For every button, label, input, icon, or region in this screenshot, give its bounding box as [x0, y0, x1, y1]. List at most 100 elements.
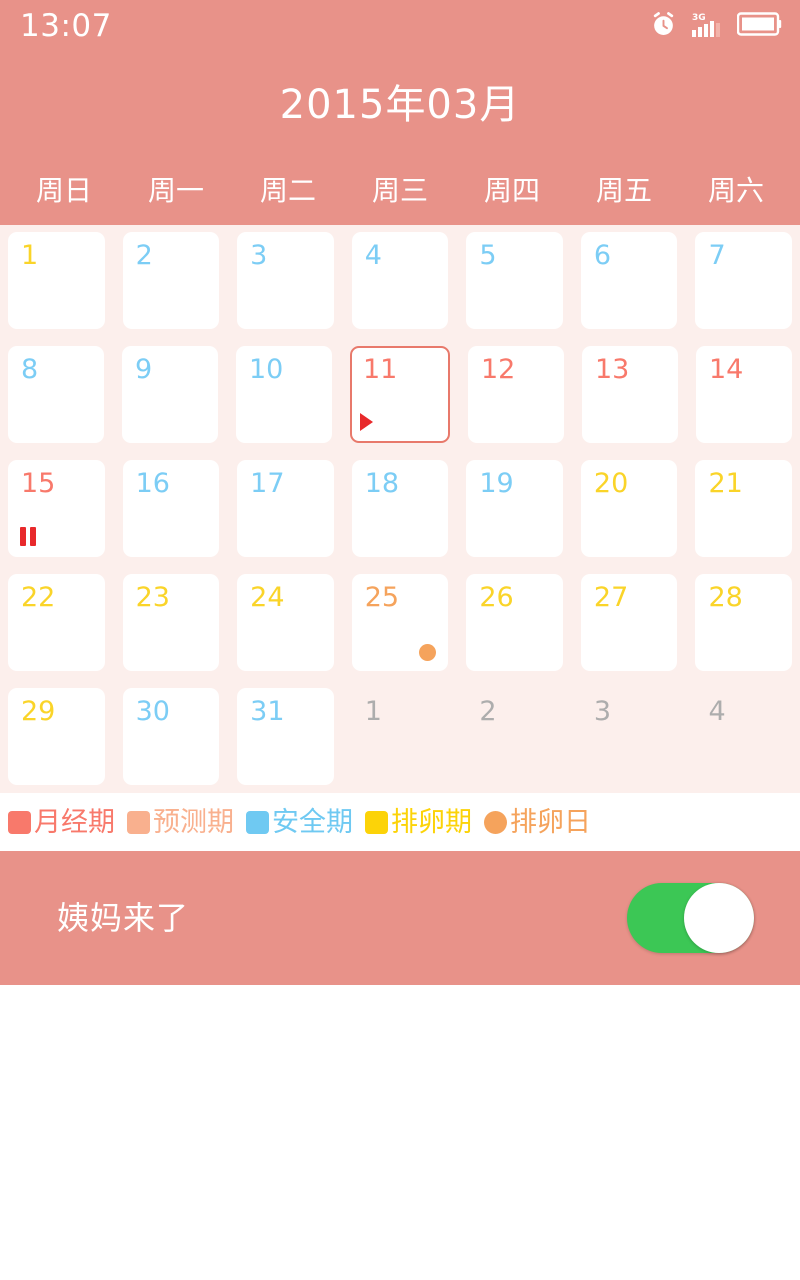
battery-icon [736, 11, 782, 41]
signal-3g-icon: 3G [691, 11, 723, 42]
calendar-day-cell[interactable]: 4 [351, 232, 449, 329]
calendar-day-cell[interactable]: 23 [122, 574, 220, 671]
app-screen: 13:07 3G 2015年03月 周日 周一 周二 周三 周四 周五 周六 1… [0, 0, 800, 1280]
pause-bars-marker-icon [20, 527, 37, 546]
bottom-blank-area [0, 985, 800, 1275]
day-number: 31 [250, 696, 285, 727]
day-number: 16 [135, 468, 170, 499]
calendar-day-cell[interactable]: 15 [8, 460, 105, 557]
day-number: 1 [364, 696, 382, 727]
calendar-day-cell[interactable]: 19 [466, 460, 563, 557]
day-number: 28 [708, 582, 743, 613]
calendar-day-cell[interactable]: 7 [695, 232, 793, 329]
legend-swatch-icon [127, 810, 150, 834]
day-number: 4 [364, 240, 382, 271]
day-number: 25 [364, 582, 400, 613]
calendar-day-cell[interactable]: 5 [466, 232, 563, 329]
day-number: 27 [593, 582, 629, 613]
status-icon-group: 3G [650, 11, 782, 42]
day-number: 9 [135, 354, 153, 385]
calendar-day-cell[interactable]: 11 [350, 346, 450, 443]
calendar-week-row: 29 30 31 1 2 3 4 [8, 688, 792, 785]
legend-item: 安全期 [246, 809, 353, 836]
calendar-day-cell[interactable]: 27 [580, 574, 678, 671]
calendar-day-cell[interactable]: 8 [8, 346, 104, 443]
day-number: 18 [364, 468, 400, 499]
day-number: 2 [135, 240, 153, 271]
calendar-day-cell[interactable]: 25 [351, 574, 449, 671]
legend-label: 排卵期 [391, 806, 472, 838]
day-number: 13 [595, 354, 630, 385]
weekday-label-mon: 周一 [147, 174, 204, 207]
day-number: 3 [250, 240, 268, 271]
calendar-day-cell-othermonth: 1 [352, 688, 449, 785]
status-bar: 13:07 3G [0, 0, 800, 52]
day-number: 17 [250, 468, 285, 499]
legend-swatch-icon [484, 810, 507, 834]
day-number: 5 [479, 240, 497, 271]
toggle-knob [684, 883, 754, 953]
day-number: 12 [481, 354, 516, 385]
legend-label: 月经期 [34, 806, 115, 838]
weekday-label-sun: 周日 [35, 174, 92, 207]
legend-swatch-icon [365, 810, 388, 834]
ovulation-dot-marker-icon [419, 644, 437, 661]
calendar-day-cell[interactable]: 13 [582, 346, 678, 443]
calendar-day-cell[interactable]: 28 [695, 574, 793, 671]
calendar-day-cell[interactable]: 10 [236, 346, 332, 443]
day-number: 26 [479, 582, 514, 613]
legend-item: 预测期 [127, 809, 234, 836]
calendar-day-cell[interactable]: 24 [237, 574, 334, 671]
calendar-day-cell[interactable]: 30 [122, 688, 220, 785]
calendar-week-row: 22 23 24 25 26 27 28 [8, 574, 793, 671]
calendar-day-cell[interactable]: 20 [580, 460, 678, 557]
legend-swatch-icon [8, 810, 31, 834]
day-number: 15 [21, 468, 56, 499]
legend-item: 排卵日 [484, 809, 591, 836]
day-number: 24 [250, 582, 285, 613]
weekday-header: 周日 周一 周二 周三 周四 周五 周六 [0, 157, 800, 225]
alarm-icon [650, 11, 677, 42]
calendar-day-cell[interactable]: 18 [351, 460, 449, 557]
day-number: 4 [708, 696, 726, 727]
calendar-week-row: 8 9 10 11 12 13 14 [8, 346, 792, 443]
weekday-label-tue: 周二 [259, 174, 316, 207]
calendar-day-cell[interactable]: 16 [122, 460, 220, 557]
calendar-day-cell-othermonth: 3 [581, 688, 678, 785]
legend-swatch-icon [246, 810, 269, 834]
calendar-day-cell[interactable]: 17 [237, 460, 334, 557]
calendar-day-cell[interactable]: 21 [695, 460, 793, 557]
legend-item: 排卵期 [365, 809, 472, 836]
calendar-day-cell[interactable]: 14 [696, 346, 792, 443]
month-title-bar: 2015年03月 [0, 52, 800, 157]
calendar-week-row: 1 2 3 4 5 6 7 [8, 232, 793, 329]
weekday-label-thu: 周四 [483, 174, 540, 207]
calendar-day-cell[interactable]: 3 [237, 232, 334, 329]
day-number: 30 [135, 696, 170, 727]
weekday-label-wed: 周三 [371, 174, 428, 207]
day-number: 1 [21, 240, 39, 271]
period-toggle-panel: 姨妈来了 [0, 851, 800, 985]
calendar-day-cell[interactable]: 29 [8, 688, 105, 785]
day-number: 23 [135, 582, 170, 613]
calendar-day-cell[interactable]: 26 [466, 574, 563, 671]
day-number: 10 [249, 354, 284, 385]
calendar-day-cell[interactable]: 22 [8, 574, 105, 671]
calendar-day-cell[interactable]: 6 [580, 232, 678, 329]
day-number: 2 [479, 696, 497, 727]
calendar-day-cell[interactable]: 9 [122, 346, 218, 443]
legend-label: 排卵日 [510, 806, 591, 838]
legend-label: 安全期 [272, 806, 353, 838]
calendar-day-cell[interactable]: 31 [237, 688, 334, 785]
legend-label: 预测期 [153, 806, 234, 838]
period-toggle-label: 姨妈来了 [57, 899, 190, 937]
calendar-day-cell[interactable]: 1 [8, 232, 105, 329]
calendar-day-cell-othermonth: 2 [466, 688, 563, 785]
day-number: 3 [593, 696, 612, 727]
calendar-day-cell[interactable]: 2 [122, 232, 220, 329]
day-number: 11 [363, 354, 398, 385]
day-number: 14 [709, 354, 744, 385]
period-toggle-switch[interactable] [627, 883, 754, 953]
calendar-day-cell[interactable]: 12 [468, 346, 564, 443]
svg-text:3G: 3G [692, 13, 706, 23]
